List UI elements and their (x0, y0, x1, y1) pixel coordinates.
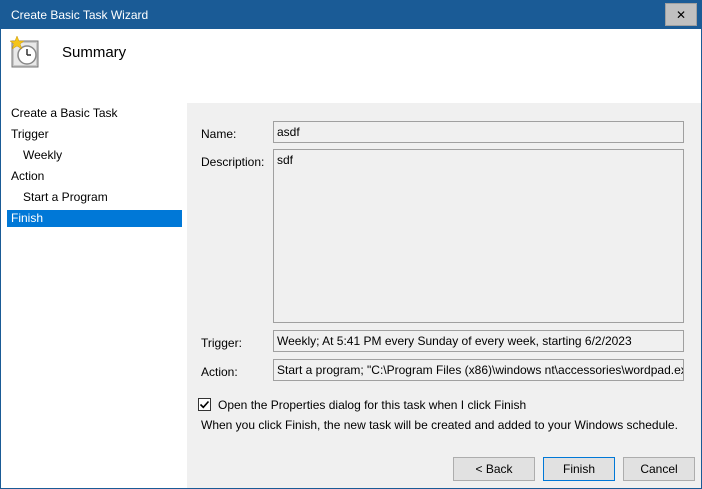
step-label: Finish (11, 211, 44, 225)
task-scheduler-clock-icon (9, 35, 39, 68)
action-value: Start a program; "C:\Program Files (x86)… (277, 363, 684, 377)
step-create-basic-task[interactable]: Create a Basic Task (7, 105, 182, 122)
step-action[interactable]: Action (7, 168, 182, 185)
close-button[interactable]: ✕ (665, 3, 697, 26)
finish-button[interactable]: Finish (543, 457, 615, 481)
step-finish[interactable]: Finish (7, 210, 182, 227)
back-button[interactable]: < Back (453, 457, 535, 481)
page-title: Summary (62, 44, 127, 61)
description-field[interactable]: sdf (273, 149, 684, 323)
window-title: Create Basic Task Wizard (11, 8, 149, 22)
step-trigger[interactable]: Trigger (7, 126, 182, 143)
close-icon: ✕ (675, 7, 687, 22)
step-start-a-program[interactable]: Start a Program (7, 189, 182, 206)
description-value: sdf (277, 153, 294, 167)
action-field[interactable]: Start a program; "C:\Program Files (x86)… (273, 359, 684, 381)
checkmark-icon (199, 400, 210, 409)
description-label: Description: (201, 155, 265, 169)
trigger-field[interactable]: Weekly; At 5:41 PM every Sunday of every… (273, 330, 684, 352)
name-label: Name: (201, 127, 237, 141)
wizard-window: Create Basic Task Wizard ✕ Summary Creat… (0, 0, 702, 489)
name-field[interactable]: asdf (273, 121, 684, 143)
wizard-step-list: Create a Basic Task Trigger Weekly Actio… (1, 103, 187, 488)
step-weekly[interactable]: Weekly (7, 147, 182, 164)
finish-info-text: When you click Finish, the new task will… (201, 418, 678, 432)
action-label: Action: (201, 365, 238, 379)
wizard-header: Summary (1, 29, 701, 103)
step-label: Start a Program (23, 190, 108, 204)
step-label: Trigger (11, 127, 49, 141)
cancel-button[interactable]: Cancel (623, 457, 695, 481)
step-label: Weekly (23, 148, 63, 162)
trigger-value: Weekly; At 5:41 PM every Sunday of every… (277, 334, 632, 348)
step-label: Action (11, 169, 45, 183)
step-label: Create a Basic Task (11, 106, 118, 120)
open-properties-checkbox[interactable] (198, 398, 211, 411)
open-properties-label[interactable]: Open the Properties dialog for this task… (218, 398, 526, 412)
trigger-label: Trigger: (201, 336, 242, 350)
name-value: asdf (277, 125, 300, 139)
title-bar[interactable]: Create Basic Task Wizard ✕ (1, 1, 701, 29)
